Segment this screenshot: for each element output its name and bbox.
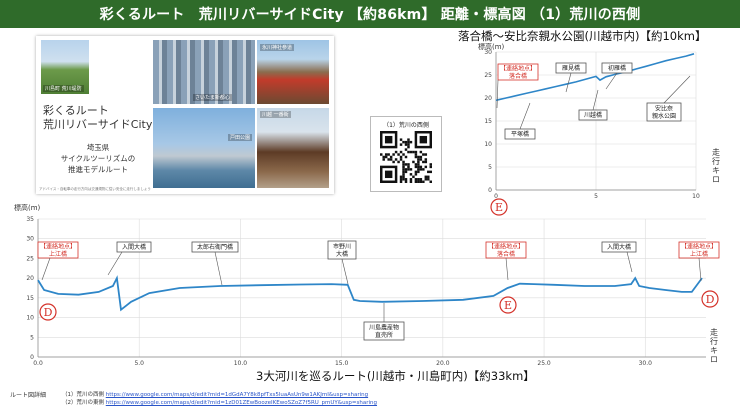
chart1-callout-kawagoe: 川越橋 bbox=[584, 111, 602, 119]
chart1-callout-anbina: 安比奈親水公園 bbox=[652, 105, 676, 120]
chart1-callout-hatsukari: 初雁橋 bbox=[608, 64, 626, 72]
chart1-ytick: 20 bbox=[484, 95, 492, 102]
elevation-chart-ochiai-anbina: 0510152025300 5 10標高(m)走行キロ【連絡地点】落合橋平塚橋雁見橋… bbox=[478, 42, 720, 216]
chart1-xlabel: 走行キロ bbox=[712, 148, 720, 184]
chart1-ytick: 25 bbox=[484, 72, 492, 79]
chart1-xtick: 5 bbox=[594, 193, 598, 200]
chart1-marker-E: E bbox=[495, 201, 503, 214]
chart1-ytick: 15 bbox=[484, 118, 492, 125]
chart1-ytick: 10 bbox=[484, 141, 492, 148]
chart1-callout-hiratsuka: 平塚橋 bbox=[511, 130, 529, 138]
chart1-ytick: 0 bbox=[488, 187, 492, 194]
chart1-ylabel: 標高(m) bbox=[478, 42, 505, 51]
chart1-ytick: 5 bbox=[488, 164, 492, 171]
chart1-xtick: 10 bbox=[692, 193, 700, 200]
chart1-callout-gankenbashi: 雁見橋 bbox=[562, 64, 580, 72]
